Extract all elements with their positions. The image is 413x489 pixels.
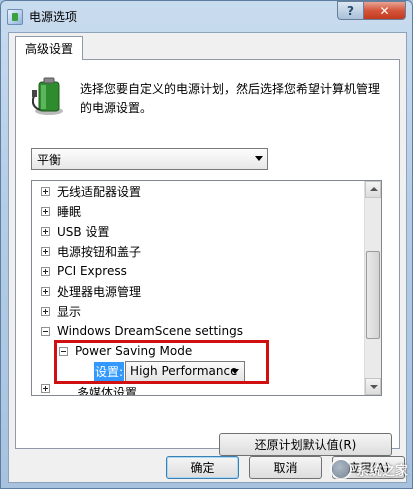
- close-button[interactable]: ✕: [363, 1, 406, 20]
- collapse-minus-icon[interactable]: [59, 346, 68, 356]
- title-bar: 电源选项: [7, 8, 77, 25]
- expand-plus-icon[interactable]: [41, 266, 50, 276]
- ok-button[interactable]: 确定: [166, 456, 239, 479]
- expand-plus-icon[interactable]: [41, 306, 50, 316]
- tree-item-label: USB 设置: [57, 224, 110, 239]
- power-options-icon: [7, 8, 23, 25]
- expand-plus-icon[interactable]: [41, 206, 50, 216]
- tree-item-power-saving-mode[interactable]: Power Saving Mode: [59, 341, 192, 361]
- expand-plus-icon[interactable]: [41, 286, 50, 296]
- tree-item-processor[interactable]: 处理器电源管理: [41, 281, 141, 301]
- advanced-settings-panel: 选择您要自定义的电源计划，然后选择您希望计算机管理的电源设置。 平衡 无线适配器…: [15, 59, 400, 456]
- description-text: 选择您要自定义的电源计划，然后选择您希望计算机管理的电源设置。: [80, 82, 381, 115]
- setting-row: 设置: High Performance: [94, 360, 246, 382]
- tab-advanced-settings[interactable]: 高级设置: [15, 36, 83, 60]
- tree-item-usb[interactable]: USB 设置: [41, 221, 109, 241]
- collapse-minus-icon[interactable]: [41, 326, 50, 336]
- tree-item-label: 显示: [57, 304, 82, 319]
- tree-item-label: 睡眠: [57, 204, 82, 219]
- tree-item-label: 电源按钮和盖子: [57, 244, 142, 259]
- vertical-scrollbar[interactable]: [364, 181, 381, 395]
- window-frame: 电源选项 ? ✕ 高级设置 选择您要自定义的电源计划，然后选择您希望计算机管理的…: [0, 0, 413, 489]
- setting-value: High Performance: [130, 364, 238, 378]
- watermark: 系统之家: [329, 458, 408, 480]
- tree-item-label: 无线适配器设置: [57, 184, 142, 199]
- scroll-down-arrow-icon[interactable]: [365, 378, 381, 395]
- expand-plus-icon[interactable]: [41, 186, 50, 196]
- expand-plus-icon[interactable]: [41, 226, 50, 236]
- tree-item-label: 多媒体设置: [77, 386, 138, 396]
- cancel-button[interactable]: 取消: [249, 456, 322, 479]
- window-title: 电源选项: [29, 10, 78, 24]
- window-controls: ? ✕: [337, 1, 406, 20]
- tree-item-pci-express[interactable]: PCI Express: [41, 261, 127, 281]
- tree-item-wireless[interactable]: 无线适配器设置: [41, 181, 141, 201]
- power-plan-dropdown[interactable]: 平衡: [31, 148, 268, 170]
- tree-item-label: PCI Express: [57, 264, 127, 278]
- tree-item-power-buttons[interactable]: 电源按钮和盖子: [41, 241, 141, 261]
- expand-plus-icon[interactable]: [41, 384, 50, 393]
- battery-icon: [32, 77, 63, 115]
- scrollbar-thumb[interactable]: [366, 251, 380, 339]
- tree-item-display[interactable]: 显示: [41, 301, 81, 321]
- dialog-client-area: 高级设置 选择您要自定义的电源计划，然后选择您希望计算机管理的电源设置。 平衡 …: [8, 32, 407, 483]
- tree-item-sleep[interactable]: 睡眠: [41, 201, 81, 221]
- watermark-logo-icon: [329, 458, 352, 480]
- settings-tree[interactable]: 无线适配器设置 睡眠 USB 设置 电源按钮和盖子 PCI Express 处理…: [31, 180, 382, 396]
- scroll-up-arrow-icon[interactable]: [365, 181, 381, 198]
- tree-item-dreamscene[interactable]: Windows DreamScene settings: [41, 321, 243, 341]
- setting-label: 设置:: [94, 361, 125, 381]
- chevron-down-icon: [231, 368, 240, 374]
- expand-plus-icon[interactable]: [41, 246, 50, 256]
- tree-item-label: Windows DreamScene settings: [57, 324, 243, 338]
- tree-item-label: Power Saving Mode: [75, 344, 193, 358]
- watermark-text: 系统之家: [355, 463, 408, 479]
- tree-item-label: 处理器电源管理: [57, 284, 142, 299]
- setting-value-dropdown[interactable]: High Performance: [125, 360, 246, 382]
- tree-item-multimedia[interactable]: 多媒体设置: [41, 384, 138, 396]
- chevron-down-icon: [255, 156, 263, 161]
- power-plan-value: 平衡: [37, 152, 62, 167]
- tab-label: 高级设置: [24, 42, 73, 56]
- help-button[interactable]: ?: [337, 1, 363, 20]
- restore-defaults-button[interactable]: 还原计划默认值(R): [219, 433, 392, 456]
